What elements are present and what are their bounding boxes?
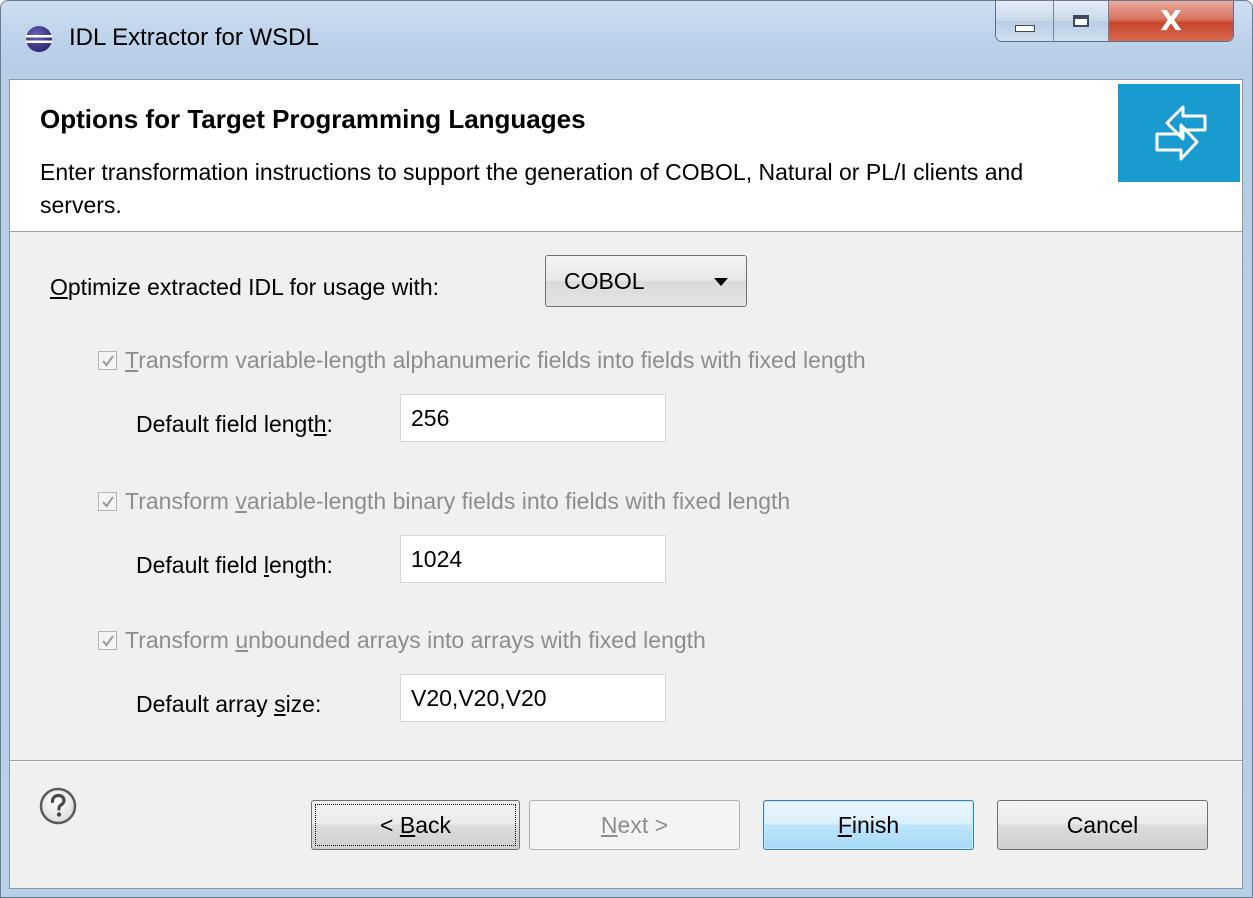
cancel-button-label: Cancel: [1066, 811, 1139, 838]
close-icon: X: [1160, 4, 1182, 37]
option-arrays-label: Transform unbounded arrays into arrays w…: [125, 626, 706, 653]
optimize-label: Optimize extracted IDL for usage with:: [50, 274, 440, 300]
help-icon[interactable]: [38, 786, 78, 826]
option-alphanumeric-label: Transform variable-length alphanumeric f…: [125, 346, 866, 373]
maximize-button[interactable]: [1054, 1, 1109, 41]
dropdown-arrow-icon: [714, 278, 728, 286]
wizard-banner: [1118, 84, 1240, 182]
language-select-value: COBOL: [564, 268, 645, 294]
option-binary-checkbox[interactable]: Transform variable-length binary fields …: [98, 484, 790, 518]
checkbox-icon[interactable]: [98, 630, 117, 650]
page-description: Enter transformation instructions to sup…: [40, 159, 1024, 218]
option-alphanumeric-checkbox[interactable]: Transform variable-length alphanumeric f…: [98, 343, 866, 377]
array-size-label: Default array size:: [136, 691, 322, 717]
alphanumeric-length-input[interactable]: 256: [400, 394, 666, 442]
transform-arrows-icon: [1155, 105, 1207, 161]
caption-buttons: X: [995, 1, 1234, 42]
focus-rectangle: [315, 804, 516, 846]
dialog-window: IDL Extractor for WSDL X Options for Tar…: [0, 0, 1253, 898]
checkbox-icon[interactable]: [98, 350, 117, 370]
next-button: Next >: [529, 800, 740, 850]
next-button-label: Next >: [600, 811, 669, 838]
minimize-button[interactable]: [996, 1, 1054, 41]
binary-length-label: Default field length:: [136, 552, 333, 578]
button-bar-separator: [10, 760, 1242, 762]
array-size-input[interactable]: V20,V20,V20: [400, 674, 666, 722]
option-binary-label: Transform variable-length binary fields …: [125, 487, 791, 514]
back-button[interactable]: < Back: [311, 800, 520, 850]
close-button[interactable]: X: [1109, 1, 1233, 41]
maximize-icon: [1073, 15, 1089, 27]
alphanumeric-length-label: Default field length:: [136, 411, 333, 437]
finish-button[interactable]: Finish: [763, 800, 974, 850]
window-title: IDL Extractor for WSDL: [69, 24, 319, 51]
dialog-client-area: Options for Target Programming Languages…: [9, 79, 1243, 889]
option-arrays-checkbox[interactable]: Transform unbounded arrays into arrays w…: [98, 623, 706, 657]
binary-length-input[interactable]: 1024: [400, 535, 666, 583]
language-select[interactable]: COBOL: [545, 255, 747, 307]
title-bar[interactable]: IDL Extractor for WSDL X: [1, 1, 1252, 79]
wizard-header: Options for Target Programming Languages…: [10, 80, 1242, 232]
eclipse-icon: [26, 26, 52, 52]
page-title: Options for Target Programming Languages: [40, 104, 586, 134]
checkbox-icon[interactable]: [98, 491, 117, 511]
cancel-button[interactable]: Cancel: [997, 800, 1208, 850]
minimize-icon: [1014, 24, 1035, 32]
finish-button-label: Finish: [837, 811, 900, 838]
